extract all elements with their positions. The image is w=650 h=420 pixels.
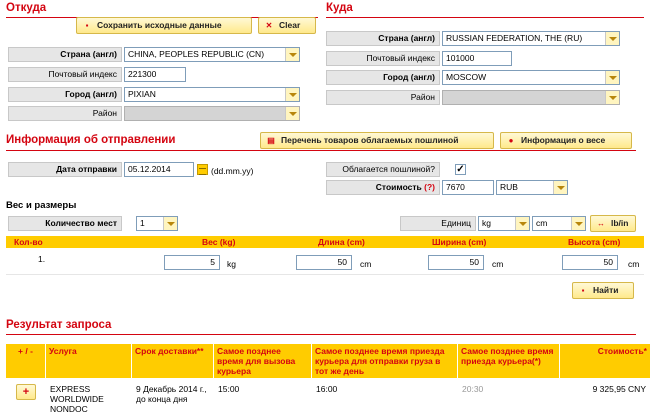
units-label: Единиц — [400, 216, 476, 231]
from-district-label: Район — [8, 106, 122, 121]
results-divider — [6, 334, 636, 335]
chevron-down-icon[interactable] — [285, 107, 299, 120]
clear-button[interactable]: ✕ Clear — [258, 17, 316, 34]
chevron-down-icon[interactable] — [515, 217, 529, 230]
swap-arrows-icon: ↔ — [597, 219, 605, 228]
to-country-label: Страна (англ) — [326, 31, 440, 46]
dutiable-goods-list-button[interactable]: ▤ Перечень товаров облагаемых пошлиной — [260, 132, 494, 149]
list-icon: ▤ — [267, 136, 275, 145]
weight-input[interactable]: 5 — [164, 255, 220, 270]
length-input[interactable]: 50 — [296, 255, 352, 270]
length-unit-text: cm — [360, 259, 372, 269]
row-number: 1. — [38, 254, 46, 264]
res-latest-arrival: 20:30 — [462, 384, 484, 394]
pieces-select[interactable]: 1 — [136, 216, 178, 231]
from-district-select[interactable] — [124, 106, 300, 121]
to-district-label: Район — [326, 90, 440, 105]
from-country-select[interactable]: CHINA, PEOPLES REPUBLIC (CN) — [124, 47, 300, 62]
from-zip-input[interactable]: 221300 — [124, 67, 186, 82]
res-cost: 9 325,95 CNY — [592, 384, 646, 394]
unit-toggle-button[interactable]: ↔ lb/in — [590, 215, 636, 232]
res-col-latest-call: Самое позднее время для вызова курьера — [214, 344, 312, 378]
col-weight: Вес (kg) — [202, 237, 236, 247]
from-city-label: Город (англ) — [8, 87, 122, 102]
weight-unit-select[interactable]: kg — [478, 216, 530, 231]
res-col-toggle: + / - — [6, 344, 46, 378]
search-button[interactable]: ▪ Найти — [572, 282, 634, 299]
height-input[interactable]: 50 — [562, 255, 618, 270]
currency-select[interactable]: RUB — [496, 180, 568, 195]
cost-help-link[interactable]: (?) — [424, 182, 435, 192]
cost-input[interactable]: 7670 — [442, 180, 494, 195]
col-length: Длина (cm) — [318, 237, 365, 247]
from-country-label: Страна (англ) — [8, 47, 122, 62]
to-zip-input[interactable]: 101000 — [442, 51, 512, 66]
close-icon: ✕ — [265, 21, 273, 30]
save-defaults-button[interactable]: ▪ Сохранить исходные данные — [76, 17, 252, 34]
col-width: Ширина (cm) — [432, 237, 487, 247]
chevron-down-icon[interactable] — [553, 181, 567, 194]
dimensions-title: Вес и размеры — [6, 200, 77, 211]
chevron-down-icon[interactable] — [605, 91, 619, 104]
ship-date-input[interactable]: 05.12.2014 — [124, 162, 194, 177]
chevron-down-icon[interactable] — [571, 217, 585, 230]
to-divider — [326, 17, 644, 18]
res-latest-pickup: 16:00 — [316, 384, 338, 394]
weight-info-button[interactable]: ● Информация о весе — [500, 132, 632, 149]
to-district-select[interactable] — [442, 90, 620, 105]
from-zip-label: Почтовый индекс — [8, 67, 122, 82]
date-format-hint: (dd.mm.yy) — [211, 166, 254, 176]
results-section-title: Результат запроса — [6, 319, 112, 331]
res-col-cost: Стоимость* — [560, 344, 650, 378]
row-divider — [6, 274, 644, 275]
res-col-latest-arrival: Самое позднее время приезда курьера(*) — [458, 344, 560, 378]
res-delivery: 9 Декабрь 2014 г., до конца дня — [136, 384, 207, 404]
chevron-down-icon[interactable] — [605, 71, 619, 84]
calendar-icon[interactable] — [197, 164, 208, 175]
res-service: EXPRESS WORLDWIDE NONDOC — [50, 384, 104, 414]
res-col-service: Услуга — [46, 344, 132, 378]
from-city-select[interactable]: PIXIAN — [124, 87, 300, 102]
res-col-delivery: Срок доставки** — [132, 344, 214, 378]
col-qty: Кол-во — [14, 237, 43, 247]
to-city-label: Город (англ) — [326, 70, 440, 85]
pieces-label: Количество мест — [8, 216, 122, 231]
length-unit-select[interactable]: cm — [532, 216, 586, 231]
ship-date-label: Дата отправки — [8, 162, 122, 177]
col-height: Высота (cm) — [568, 237, 621, 247]
to-city-select[interactable]: MOSCOW — [442, 70, 620, 85]
from-section-title: Откуда — [6, 2, 47, 14]
weight-unit-text: kg — [227, 259, 236, 269]
search-icon: ▪ — [581, 286, 585, 295]
to-zip-label: Почтовый индекс — [326, 51, 440, 66]
info-icon: ● — [508, 136, 514, 145]
dutiable-checkbox[interactable]: ✓ — [455, 164, 466, 175]
chevron-down-icon[interactable] — [285, 88, 299, 101]
dutiable-label: Облагается пошлиной? — [326, 162, 440, 177]
height-unit-text: cm — [628, 259, 640, 269]
save-icon: ▪ — [85, 21, 89, 30]
width-input[interactable]: 50 — [428, 255, 484, 270]
res-col-latest-pickup: Самое позднее время приезда курьера для … — [312, 344, 458, 378]
cost-label: Стоимость (?) — [326, 180, 440, 195]
shipment-section-title: Информация об отправлении — [6, 134, 176, 146]
to-section-title: Куда — [326, 2, 353, 14]
width-unit-text: cm — [492, 259, 504, 269]
expand-row-button[interactable]: + — [16, 384, 36, 400]
to-country-select[interactable]: RUSSIAN FEDERATION, THE (RU) — [442, 31, 620, 46]
shipment-divider — [6, 150, 636, 151]
chevron-down-icon[interactable] — [285, 48, 299, 61]
chevron-down-icon[interactable] — [163, 217, 177, 230]
chevron-down-icon[interactable] — [605, 32, 619, 45]
res-latest-call: 15:00 — [218, 384, 240, 394]
